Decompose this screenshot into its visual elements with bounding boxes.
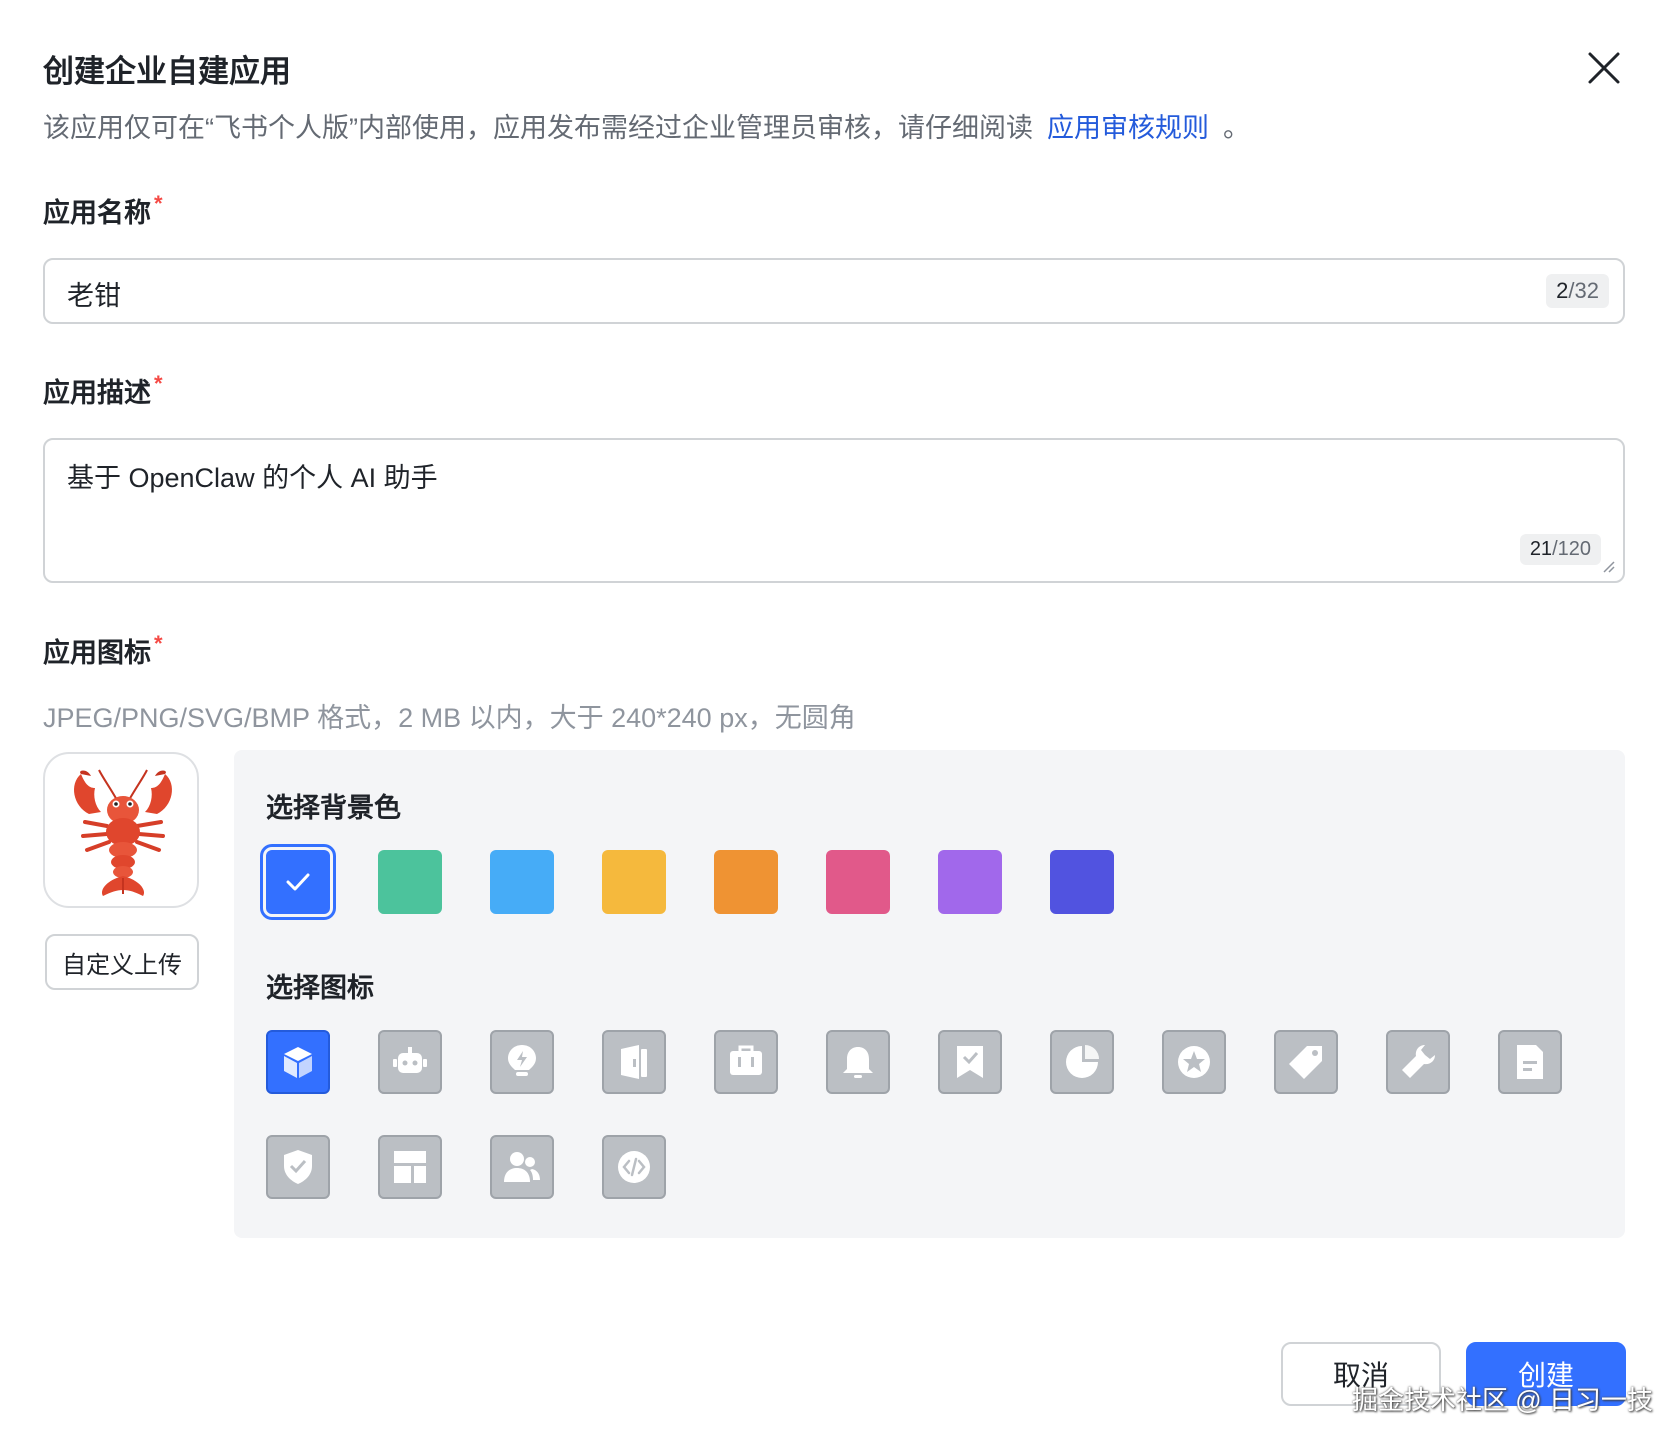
pie-chart-icon: [1066, 1045, 1099, 1078]
tag-icon: [1289, 1046, 1322, 1079]
app-desc-count-max: /120: [1552, 538, 1591, 560]
icon-option-shield[interactable]: [266, 1135, 330, 1199]
description-end: 。: [1222, 113, 1250, 143]
app-icon-hint: JPEG/PNG/SVG/BMP 格式，2 MB 以内，大于 240*240 p…: [43, 703, 856, 733]
checkmark-icon: [286, 873, 310, 891]
color-swatch-purple[interactable]: [938, 850, 1002, 914]
code-icon: [618, 1151, 650, 1183]
app-desc-value: 基于 OpenClaw 的个人 AI 助手: [67, 463, 438, 493]
dialog-title: 创建企业自建应用: [43, 54, 291, 89]
required-mark: *: [154, 631, 163, 656]
icon-option-users[interactable]: [490, 1135, 554, 1199]
app-name-count-current: 2: [1556, 278, 1569, 303]
icon-option-pie-chart[interactable]: [1050, 1030, 1114, 1094]
icon-option-lightbulb[interactable]: [490, 1030, 554, 1094]
icon-option-cube[interactable]: [266, 1030, 330, 1094]
app-desc-label-text: 应用描述: [43, 378, 151, 408]
icon-option-bookmark[interactable]: [938, 1030, 1002, 1094]
app-name-counter: 2/32: [1546, 274, 1609, 308]
icon-select-title: 选择图标: [266, 973, 374, 1003]
bg-color-title: 选择背景色: [266, 793, 401, 823]
watermark: 掘金技术社区 @ 日习一技: [1352, 1385, 1653, 1415]
required-mark: *: [154, 191, 163, 216]
lobster-emoji-icon: [74, 769, 172, 896]
description-text: 该应用仅可在“飞书个人版”内部使用，应用发布需经过企业管理员审核，请仔细阅读: [43, 113, 1033, 143]
color-swatch-sky[interactable]: [490, 850, 554, 914]
layout-icon: [394, 1151, 426, 1183]
briefcase-icon: [730, 1045, 762, 1075]
color-swatch-blue[interactable]: [260, 844, 336, 920]
icon-option-bell[interactable]: [826, 1030, 890, 1094]
icon-option-briefcase[interactable]: [714, 1030, 778, 1094]
star-badge-icon: [1178, 1046, 1210, 1078]
icon-option-layout[interactable]: [378, 1135, 442, 1199]
shield-check-icon: [284, 1150, 312, 1184]
cube-icon: [284, 1047, 312, 1078]
app-icon-label: 应用图标 *: [43, 631, 163, 670]
color-swatch-green[interactable]: [378, 850, 442, 914]
icon-picker-panel: 选择背景色 选择图标: [234, 750, 1625, 1238]
color-swatch-pink[interactable]: [826, 850, 890, 914]
document-icon: [1517, 1045, 1543, 1079]
app-desc-count-current: 21: [1529, 538, 1553, 560]
required-mark: *: [154, 371, 163, 396]
color-swatch-yellow[interactable]: [602, 850, 666, 914]
app-icon-preview: [43, 752, 199, 908]
color-swatch-indigo[interactable]: [1050, 850, 1114, 914]
app-name-count-max: /32: [1568, 278, 1599, 303]
bookmark-check-icon: [957, 1046, 983, 1078]
review-rules-link[interactable]: 应用审核规则: [1047, 113, 1209, 143]
close-icon: [1588, 52, 1620, 84]
dialog-description: 该应用仅可在“飞书个人版”内部使用，应用发布需经过企业管理员审核，请仔细阅读 应用…: [43, 106, 1250, 145]
app-name-label: 应用名称 *: [43, 191, 163, 230]
resize-handle-icon[interactable]: [1601, 559, 1615, 573]
icon-option-tag[interactable]: [1274, 1030, 1338, 1094]
lightbulb-icon: [508, 1045, 536, 1076]
wrench-icon: [1402, 1045, 1435, 1078]
icon-option-book[interactable]: [602, 1030, 666, 1094]
icon-option-star[interactable]: [1162, 1030, 1226, 1094]
color-swatch-orange[interactable]: [714, 850, 778, 914]
users-icon: [504, 1152, 540, 1182]
app-icon-label-text: 应用图标: [43, 638, 151, 668]
app-desc-counter: 21/120: [1519, 534, 1601, 565]
custom-upload-button[interactable]: 自定义上传: [45, 934, 199, 990]
icon-option-robot[interactable]: [378, 1030, 442, 1094]
robot-icon: [393, 1047, 427, 1073]
app-desc-textarea[interactable]: 基于 OpenClaw 的个人 AI 助手 21/120: [43, 438, 1625, 583]
close-button[interactable]: [1582, 46, 1626, 90]
book-icon: [621, 1045, 647, 1079]
app-desc-label: 应用描述 *: [43, 371, 163, 410]
app-name-label-text: 应用名称: [43, 198, 151, 228]
icon-option-code[interactable]: [602, 1135, 666, 1199]
app-name-input[interactable]: 老钳 2/32: [43, 258, 1625, 324]
app-name-value: 老钳: [67, 281, 121, 311]
icon-option-document[interactable]: [1498, 1030, 1562, 1094]
create-app-dialog: 创建企业自建应用 该应用仅可在“飞书个人版”内部使用，应用发布需经过企业管理员审…: [0, 0, 1674, 1448]
icon-option-wrench[interactable]: [1386, 1030, 1450, 1094]
bell-icon: [843, 1047, 873, 1078]
